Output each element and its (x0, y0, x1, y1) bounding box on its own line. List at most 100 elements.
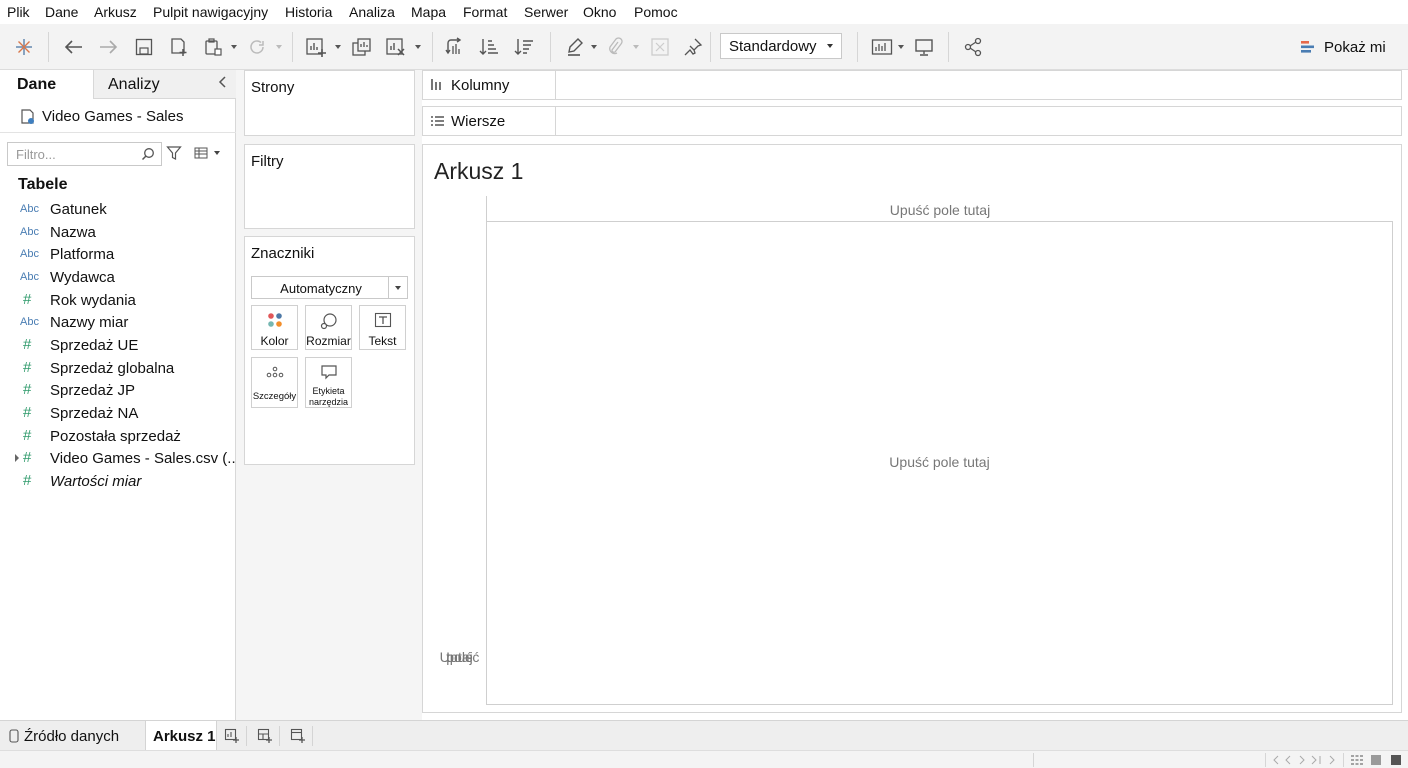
field-item[interactable]: Abc Nazwy miar (0, 312, 236, 334)
tab-sheet[interactable]: Arkusz 1 (145, 721, 217, 751)
view-filmstrip-icon[interactable] (1371, 755, 1381, 765)
drop-zone-rows[interactable]: Upuść pole tutaj (433, 222, 486, 705)
view-options-icon[interactable] (194, 147, 220, 159)
tooltip-button[interactable]: Etykieta narzędzia (305, 357, 352, 408)
tooltip-label: Etykieta narzędzia (306, 386, 351, 408)
pages-shelf[interactable]: Strony (244, 70, 415, 136)
clear-sheet-icon[interactable] (383, 35, 409, 59)
menu-analiza[interactable]: Analiza (349, 4, 395, 20)
menu-serwer[interactable]: Serwer (524, 4, 568, 20)
color-icon (252, 312, 297, 328)
field-item[interactable]: Abc Platforma (0, 244, 236, 266)
new-datasource-icon[interactable] (167, 35, 191, 59)
text-label: Tekst (368, 334, 397, 348)
tab-analytics-label: Analizy (108, 76, 160, 93)
new-worksheet-tab-icon[interactable] (217, 726, 247, 746)
field-item[interactable]: # Rok wydania (0, 290, 236, 312)
field-item[interactable]: # Pozostała sprzedaż (0, 426, 236, 448)
collapse-pane-icon[interactable] (218, 75, 228, 89)
expand-arrow-icon[interactable] (15, 454, 19, 462)
mark-type-value: Automatyczny (280, 281, 362, 296)
field-name: Pozostała sprzedaż (50, 428, 181, 445)
size-icon (306, 312, 351, 330)
mark-type-select[interactable]: Automatyczny (251, 276, 408, 299)
fit-select-value: Standardowy (729, 38, 817, 55)
tableau-logo-icon[interactable] (12, 35, 36, 59)
measure-type-icon: # (23, 472, 32, 489)
measure-type-icon: # (23, 427, 32, 444)
pause-updates-icon[interactable] (201, 35, 225, 59)
field-name: Nazwa (50, 224, 96, 241)
field-item[interactable]: # Sprzedaż globalna (0, 358, 236, 380)
field-item[interactable]: # Sprzedaż NA (0, 403, 236, 425)
refresh-icon[interactable] (245, 35, 269, 59)
new-story-tab-icon[interactable] (283, 726, 313, 746)
view-tabs-icon[interactable] (1391, 755, 1401, 765)
menu-plik[interactable]: Plik (7, 4, 30, 20)
tab-data[interactable]: Dane (0, 70, 93, 99)
rows-shelf[interactable]: Wiersze (422, 106, 1402, 136)
field-name: Sprzedaż UE (50, 337, 139, 354)
highlight-icon[interactable] (563, 35, 587, 59)
menu-pulpit-nawigacyjny[interactable]: Pulpit nawigacyjny (153, 4, 268, 20)
dimension-type-icon: Abc (20, 226, 39, 238)
search-input[interactable]: Filtro... (7, 142, 162, 166)
dimension-type-icon: Abc (20, 248, 39, 260)
menu-mapa[interactable]: Mapa (411, 4, 446, 20)
field-item[interactable]: # Wartości miar (0, 471, 236, 493)
status-bar (0, 750, 1408, 768)
fix-axes-icon[interactable] (648, 35, 672, 59)
field-item[interactable]: # Video Games - Sales.csv (... (0, 448, 240, 470)
datasource-item[interactable]: Video Games - Sales (20, 106, 183, 126)
size-button[interactable]: Rozmiar (305, 305, 352, 350)
new-worksheet-icon[interactable] (303, 35, 329, 59)
pin-icon[interactable] (681, 35, 705, 59)
columns-title: Kolumny (451, 77, 510, 94)
menu-historia[interactable]: Historia (285, 4, 332, 20)
menu-format[interactable]: Format (463, 4, 507, 20)
share-icon[interactable] (961, 35, 985, 59)
text-button[interactable]: Tekst (359, 305, 406, 350)
sort-descending-icon[interactable] (512, 35, 536, 59)
columns-shelf[interactable]: Kolumny (422, 70, 1402, 100)
undo-icon[interactable] (62, 35, 86, 59)
save-icon[interactable] (132, 35, 156, 59)
menu-okno[interactable]: Okno (583, 4, 616, 20)
tab-data-source[interactable]: Źródło danych (0, 721, 145, 751)
sort-ascending-icon[interactable] (477, 35, 501, 59)
show-labels-icon[interactable] (869, 35, 895, 59)
menu-pomoc[interactable]: Pomoc (634, 4, 678, 20)
field-item[interactable]: # Sprzedaż JP (0, 380, 236, 402)
duplicate-sheet-icon[interactable] (349, 35, 375, 59)
field-item[interactable]: Abc Wydawca (0, 267, 236, 289)
filters-shelf[interactable]: Filtry (244, 144, 415, 229)
drop-rows-line3: tutaj (446, 649, 473, 665)
redo-icon[interactable] (96, 35, 120, 59)
tab-data-label: Dane (17, 76, 57, 93)
tooltip-icon (306, 364, 351, 380)
view-grid-icon[interactable] (1351, 755, 1363, 765)
rows-icon (431, 115, 444, 127)
detail-button[interactable]: Szczegóły (251, 357, 298, 408)
menu-dane[interactable]: Dane (45, 4, 78, 20)
worksheet-title[interactable]: Arkusz 1 (434, 158, 523, 185)
sheet-navigation-icons[interactable] (1272, 755, 1336, 765)
color-button[interactable]: Kolor (251, 305, 298, 350)
attach-icon[interactable] (603, 35, 627, 59)
field-item[interactable]: # Sprzedaż UE (0, 335, 236, 357)
tab-analytics[interactable]: Analizy (93, 70, 236, 99)
drop-zone-canvas[interactable]: Upuść pole tutaj (486, 222, 1393, 705)
tab-sheet-label: Arkusz 1 (153, 728, 216, 745)
drop-zone-columns[interactable]: Upuść pole tutaj (486, 196, 1393, 222)
field-item[interactable]: Abc Nazwa (0, 222, 236, 244)
field-item[interactable]: Abc Gatunek (0, 199, 236, 221)
menu-arkusz[interactable]: Arkusz (94, 4, 137, 20)
show-me-button[interactable]: Pokaż mi (1300, 36, 1386, 58)
filter-icon[interactable] (166, 145, 182, 161)
swap-rows-columns-icon[interactable] (442, 35, 466, 59)
fit-select[interactable]: Standardowy (720, 33, 842, 59)
new-dashboard-tab-icon[interactable] (250, 726, 280, 746)
presentation-icon[interactable] (912, 35, 936, 59)
datasource-name: Video Games - Sales (42, 107, 184, 125)
rows-label: Wiersze (423, 107, 556, 135)
